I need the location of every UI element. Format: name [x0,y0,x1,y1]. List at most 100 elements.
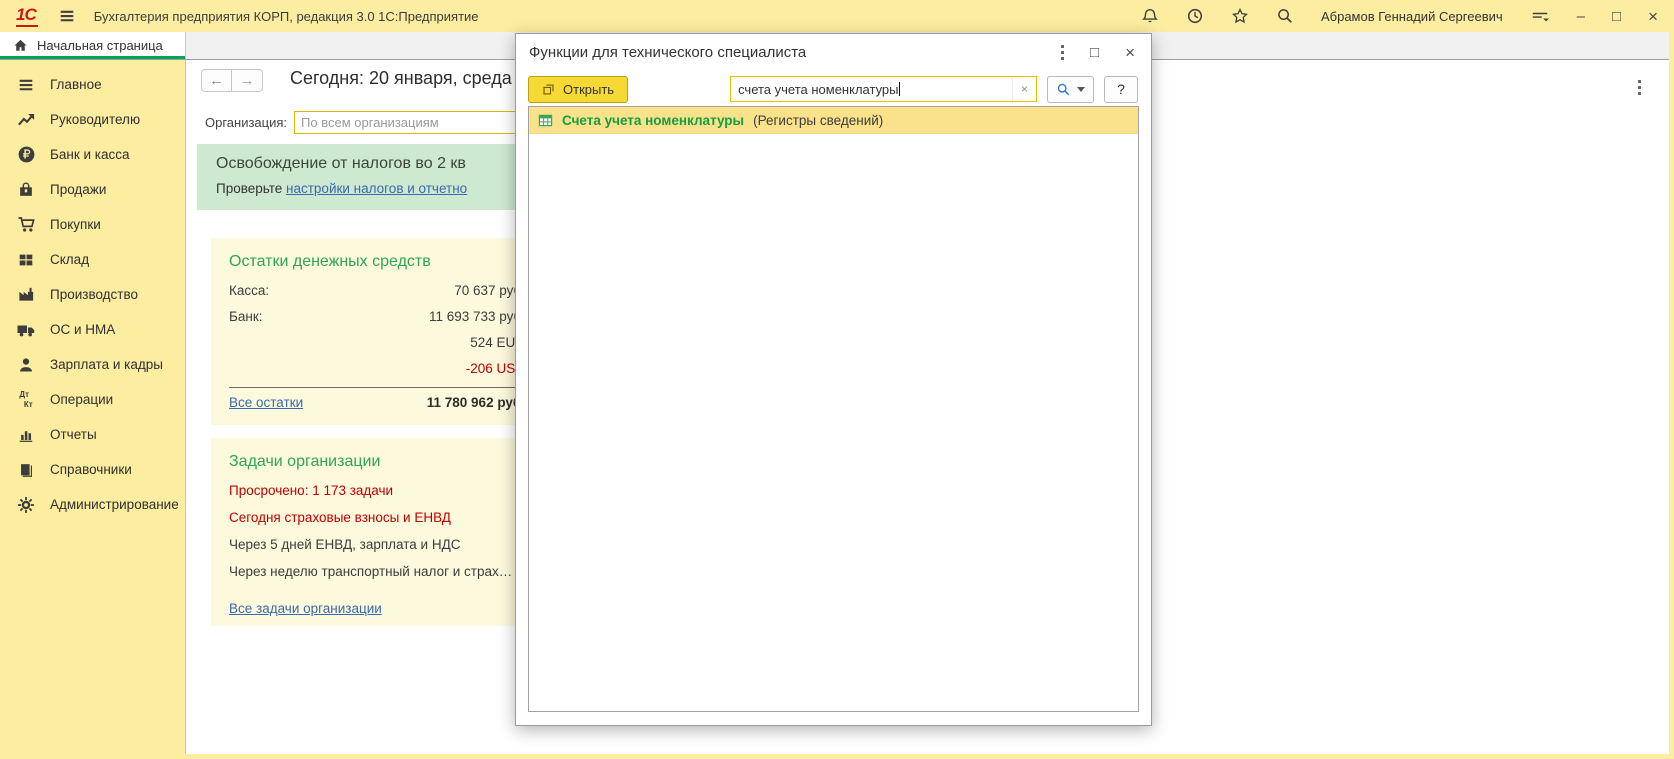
bell-icon[interactable] [1141,7,1159,25]
organization-tasks-widget: Задачи организации Просрочено: 1 173 зад… [211,438,541,626]
person-icon [16,356,36,374]
1c-logo: 1С [16,6,38,27]
sidebar-item-otchety[interactable]: Отчеты [0,417,185,452]
search-mode-button[interactable] [1047,76,1094,103]
search-results-list: Счета учета номенклатуры (Регистры сведе… [528,106,1139,712]
sidebar-item-spravochniki[interactable]: Справочники [0,452,185,487]
cash-row: 524 EUR [229,335,525,350]
truck-icon [16,320,36,340]
tab-home-page[interactable]: Начальная страница [0,32,186,59]
cash-total-divider [229,387,525,388]
minimize-button[interactable]: – [1577,9,1585,24]
sidebar-item-label: Руководителю [50,112,140,127]
technician-functions-dialog: Функции для технического специалиста □ ×… [515,33,1152,726]
task-row: Сегодня страховые взносы и ЕНВД [229,510,525,525]
text-caret [899,82,900,96]
open-button[interactable]: Открыть [528,76,628,103]
section-sidebar: Главное Руководителю Банк и касса Продажи По… [0,60,186,754]
titlebar-right: Абрамов Геннадий Сергеевич – □ × [1141,7,1658,25]
cart-icon [16,215,36,234]
today-heading: Сегодня: 20 января, среда [290,68,512,89]
sidebar-item-bank-i-kassa[interactable]: Банк и касса [0,137,185,172]
sidebar-item-label: Продажи [50,182,106,197]
menu-icon [16,76,36,94]
cash-row-value: 11 693 733 руб. [429,309,525,324]
bag-icon [16,181,36,199]
main-menu-icon[interactable] [58,7,76,25]
books-icon [16,461,36,479]
banner-text-prefix: Проверьте [216,181,286,196]
result-row-selected[interactable]: Счета учета номенклатуры (Регистры сведе… [529,107,1138,134]
cash-widget-title: Остатки денежных средств [229,253,525,271]
nav-back-button[interactable]: ← [201,69,232,92]
cash-row: Касса:70 637 руб. [229,283,525,298]
dialog-controls: □ × [1061,44,1135,61]
cash-footer: Все остатки 11 780 962 руб. [229,395,525,410]
dtkt-icon: Дт Кт [16,390,36,408]
sidebar-item-pokupki[interactable]: Покупки [0,207,185,242]
sidebar-item-rukovoditelyu[interactable]: Руководителю [0,102,185,137]
close-button[interactable]: × [1648,8,1658,25]
result-meta: (Регистры сведений) [753,113,883,128]
app-title: Бухгалтерия предприятия КОРП, редакция 3… [94,9,479,24]
page-more-icon[interactable] [1638,80,1641,95]
sidebar-item-label: Администрирование [50,497,179,512]
all-balances-link[interactable]: Все остатки [229,395,303,410]
task-row: Через 5 дней ЕНВД, зарплата и НДС [229,537,525,552]
history-icon[interactable] [1186,7,1204,25]
nav-forward-button[interactable]: → [232,69,263,92]
cash-rows: Касса:70 637 руб. Банк: 11 693 733 руб. 524… [229,283,525,376]
help-button[interactable]: ? [1104,76,1138,103]
titlebar-icons [1141,7,1294,25]
sidebar-item-sklad[interactable]: Склад [0,242,185,277]
result-name: Счета учета номенклатуры [562,113,744,128]
grid-icon [16,251,36,269]
task-row: Просрочено: 1 173 задачи [229,483,525,498]
sidebar-item-label: Главное [50,77,102,92]
sidebar-item-label: Отчеты [50,427,97,442]
tasks-widget-title: Задачи организации [229,453,525,471]
open-window-icon [542,83,555,96]
sidebar-item-label: ОС и НМА [50,322,115,337]
sidebar-item-label: Справочники [50,462,132,477]
sidebar-item-label: Склад [50,252,89,267]
dialog-header: Функции для технического специалиста □ × [516,34,1151,71]
clear-search-icon[interactable]: × [1012,77,1036,101]
all-tasks-link[interactable]: Все задачи организации [229,601,382,616]
dialog-maximize-button[interactable]: □ [1090,45,1099,60]
dialog-toolbar: Открыть счета учета номенклатуры × ? [516,71,1151,105]
gear-icon [16,496,36,514]
tax-settings-link[interactable]: настройки налогов и отчетно [286,181,467,196]
sidebar-item-os-i-nma[interactable]: ОС и НМА [0,312,185,347]
search-icon[interactable] [1276,7,1294,25]
sidebar-item-label: Операции [50,392,113,407]
magnifier-icon [1056,82,1071,97]
current-user[interactable]: Абрамов Геннадий Сергеевич [1321,9,1503,24]
sidebar-item-prodazhi[interactable]: Продажи [0,172,185,207]
task-rows: Просрочено: 1 173 задачи Сегодня страховы… [229,483,525,579]
search-input-text: счета учета номенклатуры [731,82,1012,97]
factory-icon [16,285,36,304]
cash-row-label: Банк: [229,309,262,324]
trend-icon [16,110,36,129]
sidebar-item-administrirovanie[interactable]: Администрирование [0,487,185,522]
sidebar-item-operacii[interactable]: Дт Кт Операции [0,382,185,417]
home-icon [13,38,28,53]
information-register-icon [538,113,553,128]
maximize-button[interactable]: □ [1612,9,1621,24]
titlebar: 1С Бухгалтерия предприятия КОРП, редакци… [0,0,1674,32]
sidebar-item-label: Банк и касса [50,147,130,162]
dialog-close-button[interactable]: × [1125,44,1135,61]
dialog-more-icon[interactable] [1061,45,1064,60]
service-menu-icon[interactable] [1530,7,1550,25]
sidebar-item-proizvodstvo[interactable]: Производство [0,277,185,312]
sidebar-item-zarplata-i-kadry[interactable]: Зарплата и кадры [0,347,185,382]
tab-home-label: Начальная страница [37,38,163,53]
chevron-down-icon [1077,87,1085,92]
cash-total: 11 780 962 руб. [427,395,525,410]
dialog-search-field[interactable]: счета учета номенклатуры × [730,76,1037,102]
sidebar-item-label: Зарплата и кадры [50,357,163,372]
sidebar-item-glavnoe[interactable]: Главное [0,67,185,102]
ruble-icon [16,145,36,164]
star-icon[interactable] [1231,7,1249,25]
